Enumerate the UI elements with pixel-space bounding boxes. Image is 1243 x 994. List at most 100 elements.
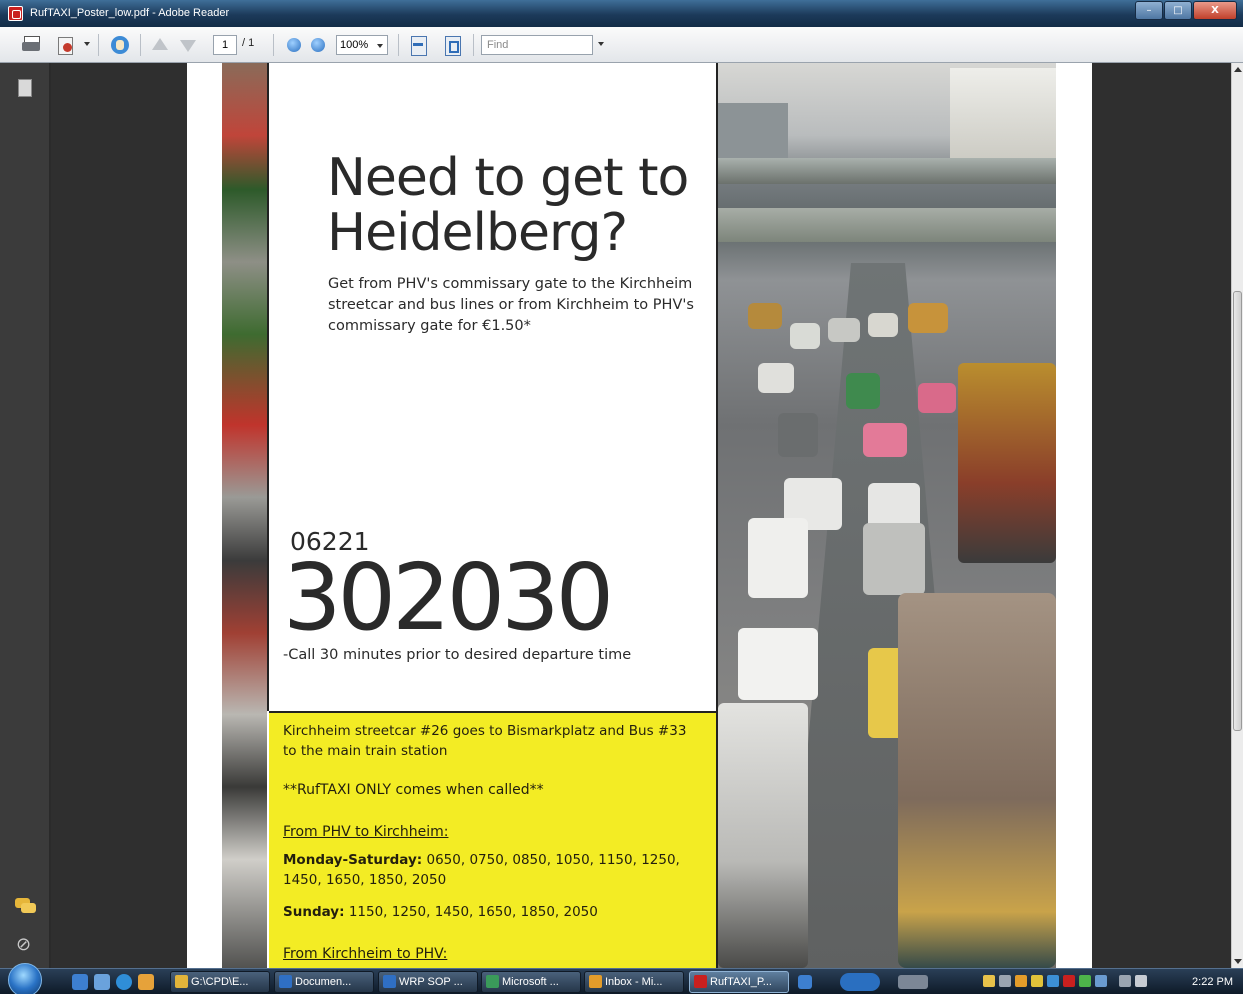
scroll-down-icon[interactable]: [1234, 959, 1242, 964]
taskbar-item-active[interactable]: RufTAXI_P...: [689, 971, 789, 993]
photo-car: [778, 413, 818, 457]
switch-windows-icon[interactable]: [94, 974, 110, 990]
network-status-icon[interactable]: [1119, 975, 1131, 987]
taskbar-item-label: RufTAXI_P...: [710, 976, 772, 988]
sunday-times: 1150, 1250, 1450, 1650, 1850, 2050: [348, 904, 598, 920]
hand-tool-icon[interactable]: [108, 33, 134, 57]
taskbar-item-label: Microsoft ...: [502, 976, 559, 988]
chevron-down-icon[interactable]: [598, 42, 604, 46]
fit-page-icon[interactable]: [440, 33, 466, 57]
security-icon[interactable]: [1047, 975, 1059, 987]
excel-icon: [486, 975, 499, 988]
taskbar-item[interactable]: Inbox - Mi...: [584, 971, 684, 993]
pages-icon[interactable]: [18, 79, 32, 97]
previous-page-icon[interactable]: [148, 33, 174, 57]
taskbar-item[interactable]: Documen...: [274, 971, 374, 993]
media-player-icon[interactable]: [798, 975, 812, 989]
document-area[interactable]: Need to get to Heidelberg? Get from PHV'…: [51, 63, 1231, 968]
volume-icon[interactable]: [1135, 975, 1147, 987]
taskbar-item[interactable]: Microsoft ...: [481, 971, 581, 993]
weekday-label: Monday-Saturday:: [283, 852, 423, 868]
toolbar-separator: [98, 34, 99, 56]
close-button[interactable]: X: [1193, 1, 1237, 20]
print-icon[interactable]: [20, 33, 46, 57]
maximize-button[interactable]: □: [1164, 1, 1192, 20]
taskbar-item-label: WRP SOP ...: [399, 976, 463, 988]
photo-car: [748, 303, 782, 329]
adobe-reader-icon: [8, 6, 23, 21]
fit-width-icon[interactable]: [406, 33, 432, 57]
printer-icon[interactable]: [999, 975, 1011, 987]
sync-icon[interactable]: [1015, 975, 1027, 987]
sunday-schedule: Sunday: 1150, 1250, 1450, 1650, 1850, 20…: [283, 902, 703, 922]
update-icon[interactable]: [1079, 975, 1091, 987]
toolbar-separator: [398, 34, 399, 56]
poster-divider: [267, 63, 269, 711]
network-icon[interactable]: [1031, 975, 1043, 987]
scrollbar-thumb[interactable]: [1233, 291, 1242, 731]
start-button[interactable]: [8, 963, 42, 994]
from-kirchheim-heading: From Kirchheim to PHV:: [283, 946, 448, 962]
sunday-label: Sunday:: [283, 904, 345, 920]
antivirus-icon[interactable]: [1063, 975, 1075, 987]
weekday-schedule: Monday-Saturday: 0650, 0750, 0850, 1050,…: [283, 850, 703, 890]
phone-note: -Call 30 minutes prior to desired depart…: [283, 647, 632, 663]
system-tray: 2:22 PM: [973, 971, 1243, 993]
photo-truck: [718, 703, 808, 968]
pdf-page: Need to get to Heidelberg? Get from PHV'…: [187, 63, 1092, 968]
photo-car: [863, 423, 907, 457]
toolbar-separator: [473, 34, 474, 56]
vertical-scrollbar[interactable]: [1231, 63, 1243, 968]
street-photo-left: [222, 63, 267, 968]
attachment-icon[interactable]: ⊘: [16, 935, 34, 955]
outlook-icon[interactable]: [138, 974, 154, 990]
window-title: RufTAXI_Poster_low.pdf - Adobe Reader: [30, 7, 230, 19]
photo-car: [846, 373, 880, 409]
page-total: / 1: [242, 37, 255, 49]
photo-car: [863, 523, 925, 595]
photo-building: [718, 103, 788, 163]
photo-overpass: [718, 158, 1056, 184]
comments-icon[interactable]: [15, 898, 37, 914]
email-icon[interactable]: [54, 33, 80, 57]
photo-car: [828, 318, 860, 342]
scroll-up-icon[interactable]: [1234, 67, 1242, 72]
schedule-box: Kirchheim streetcar #26 goes to Bismarkp…: [269, 711, 716, 968]
taskbar-item-label: G:\CPD\E...: [191, 976, 249, 988]
find-input[interactable]: Find: [481, 35, 593, 55]
photo-car: [908, 303, 948, 333]
taskbar-item[interactable]: WRP SOP ...: [378, 971, 478, 993]
photo-bus: [958, 363, 1056, 563]
taskbar-item[interactable]: G:\CPD\E...: [170, 971, 270, 993]
show-desktop-icon[interactable]: [72, 974, 88, 990]
traffic-photo: [718, 63, 1056, 968]
word-document-icon: [383, 975, 396, 988]
clock[interactable]: 2:22 PM: [1192, 971, 1233, 993]
navigation-panel: ⊘: [0, 63, 50, 968]
title-bar: RufTAXI_Poster_low.pdf - Adobe Reader – …: [0, 0, 1243, 27]
zoom-select[interactable]: 100%: [336, 35, 388, 55]
photo-bus: [898, 593, 1056, 968]
zoom-in-icon[interactable]: [307, 33, 333, 57]
volume-toolbar-icon[interactable]: [898, 975, 928, 989]
next-page-icon[interactable]: [176, 33, 202, 57]
chevron-down-icon: [377, 44, 383, 48]
media-controls-icon[interactable]: [840, 973, 880, 991]
toolbar-separator: [273, 34, 274, 56]
photo-car: [918, 383, 956, 413]
page-number-input[interactable]: 1: [213, 35, 237, 55]
chevron-down-icon[interactable]: [84, 42, 90, 46]
folder-icon: [175, 975, 188, 988]
window-controls: – □ X: [1134, 1, 1237, 21]
photo-car: [868, 313, 898, 337]
minimize-button[interactable]: –: [1135, 1, 1163, 20]
from-phv-heading: From PHV to Kirchheim:: [283, 824, 449, 840]
display-icon[interactable]: [1095, 975, 1107, 987]
mail-icon[interactable]: [983, 975, 995, 987]
internet-explorer-icon[interactable]: [116, 974, 132, 990]
word-document-icon: [279, 975, 292, 988]
photo-car: [738, 628, 818, 700]
zoom-out-icon[interactable]: [283, 33, 309, 57]
photo-building: [950, 68, 1056, 168]
photo-car: [748, 518, 808, 598]
